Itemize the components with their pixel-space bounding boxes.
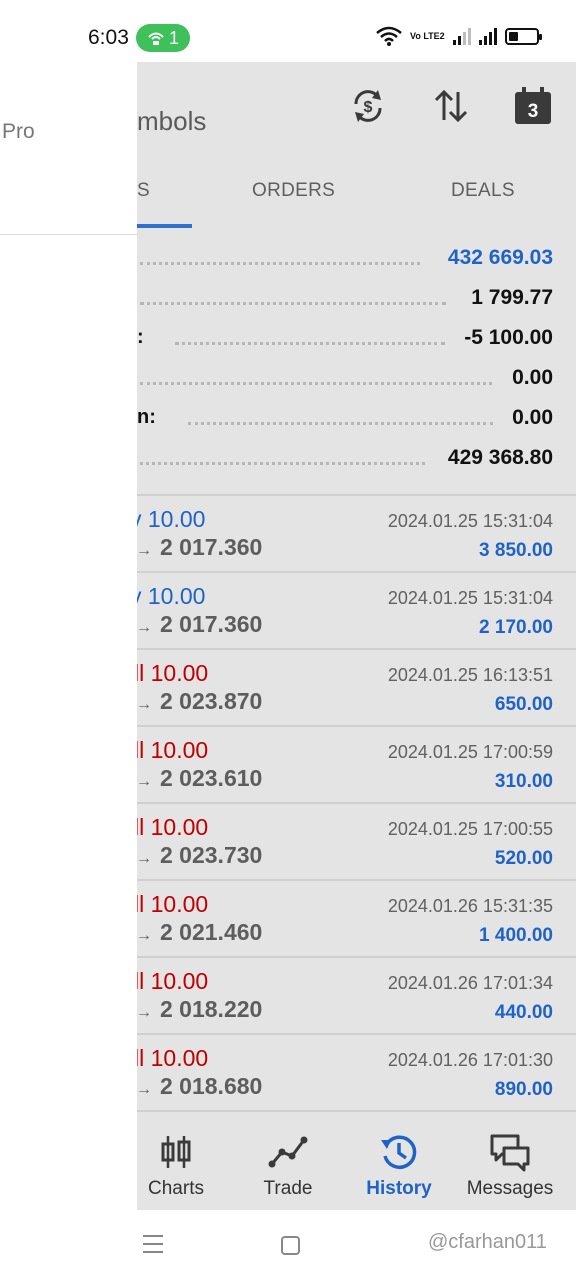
summary-value: -5 100.00 [464, 326, 553, 349]
status-bar: 6:03 1 Vo LTE2 [0, 0, 576, 62]
watermark: @cfarhan011 [428, 1231, 547, 1253]
battery-icon [504, 27, 542, 45]
trend-line-icon [268, 1136, 308, 1168]
summary-value: 1 799.77 [471, 286, 553, 309]
status-icons: Vo LTE2 [376, 26, 542, 46]
home-button[interactable] [281, 1236, 300, 1255]
recent-apps-button[interactable] [143, 1235, 163, 1259]
side-drawer[interactable]: Pro [0, 62, 137, 1210]
calendar-icon[interactable]: 3 [513, 86, 553, 126]
volte-indicator: Vo LTE2 [410, 30, 445, 41]
toolbar-title: mbols [137, 106, 207, 136]
summary-value: 0.00 [512, 406, 553, 429]
summary-value: 0.00 [512, 366, 553, 389]
messages-icon [490, 1134, 530, 1172]
candlestick-icon [161, 1136, 191, 1168]
history-icon [381, 1135, 417, 1169]
sort-icon[interactable] [431, 86, 471, 126]
tab-positions[interactable]: S [137, 180, 150, 202]
calendar-day: 3 [528, 101, 539, 122]
nav-messages[interactable]: Messages [455, 1108, 565, 1210]
hotspot-icon [148, 32, 164, 45]
nav-history[interactable]: History [344, 1108, 454, 1210]
hotspot-badge[interactable]: 1 [136, 24, 190, 52]
nav-trade[interactable]: Trade [233, 1108, 343, 1210]
svg-text:$: $ [364, 99, 373, 116]
clock: 6:03 [88, 26, 129, 49]
tab-orders[interactable]: ORDERS [252, 180, 335, 202]
drawer-divider [0, 234, 137, 235]
refresh-currency-icon[interactable]: $ [348, 86, 388, 126]
drawer-app-name: Pro [2, 120, 35, 143]
hotspot-count: 1 [168, 27, 179, 48]
system-nav-bar: @cfarhan011 [0, 1210, 576, 1280]
nav-charts[interactable]: Charts [121, 1108, 231, 1210]
signal-bars-2-icon [478, 27, 497, 45]
summary-value: 432 669.03 [447, 246, 553, 269]
summary-value: 429 368.80 [447, 446, 553, 469]
signal-bars-icon [452, 27, 471, 45]
tab-deals[interactable]: DEALS [451, 180, 515, 202]
wifi-icon [376, 26, 402, 46]
